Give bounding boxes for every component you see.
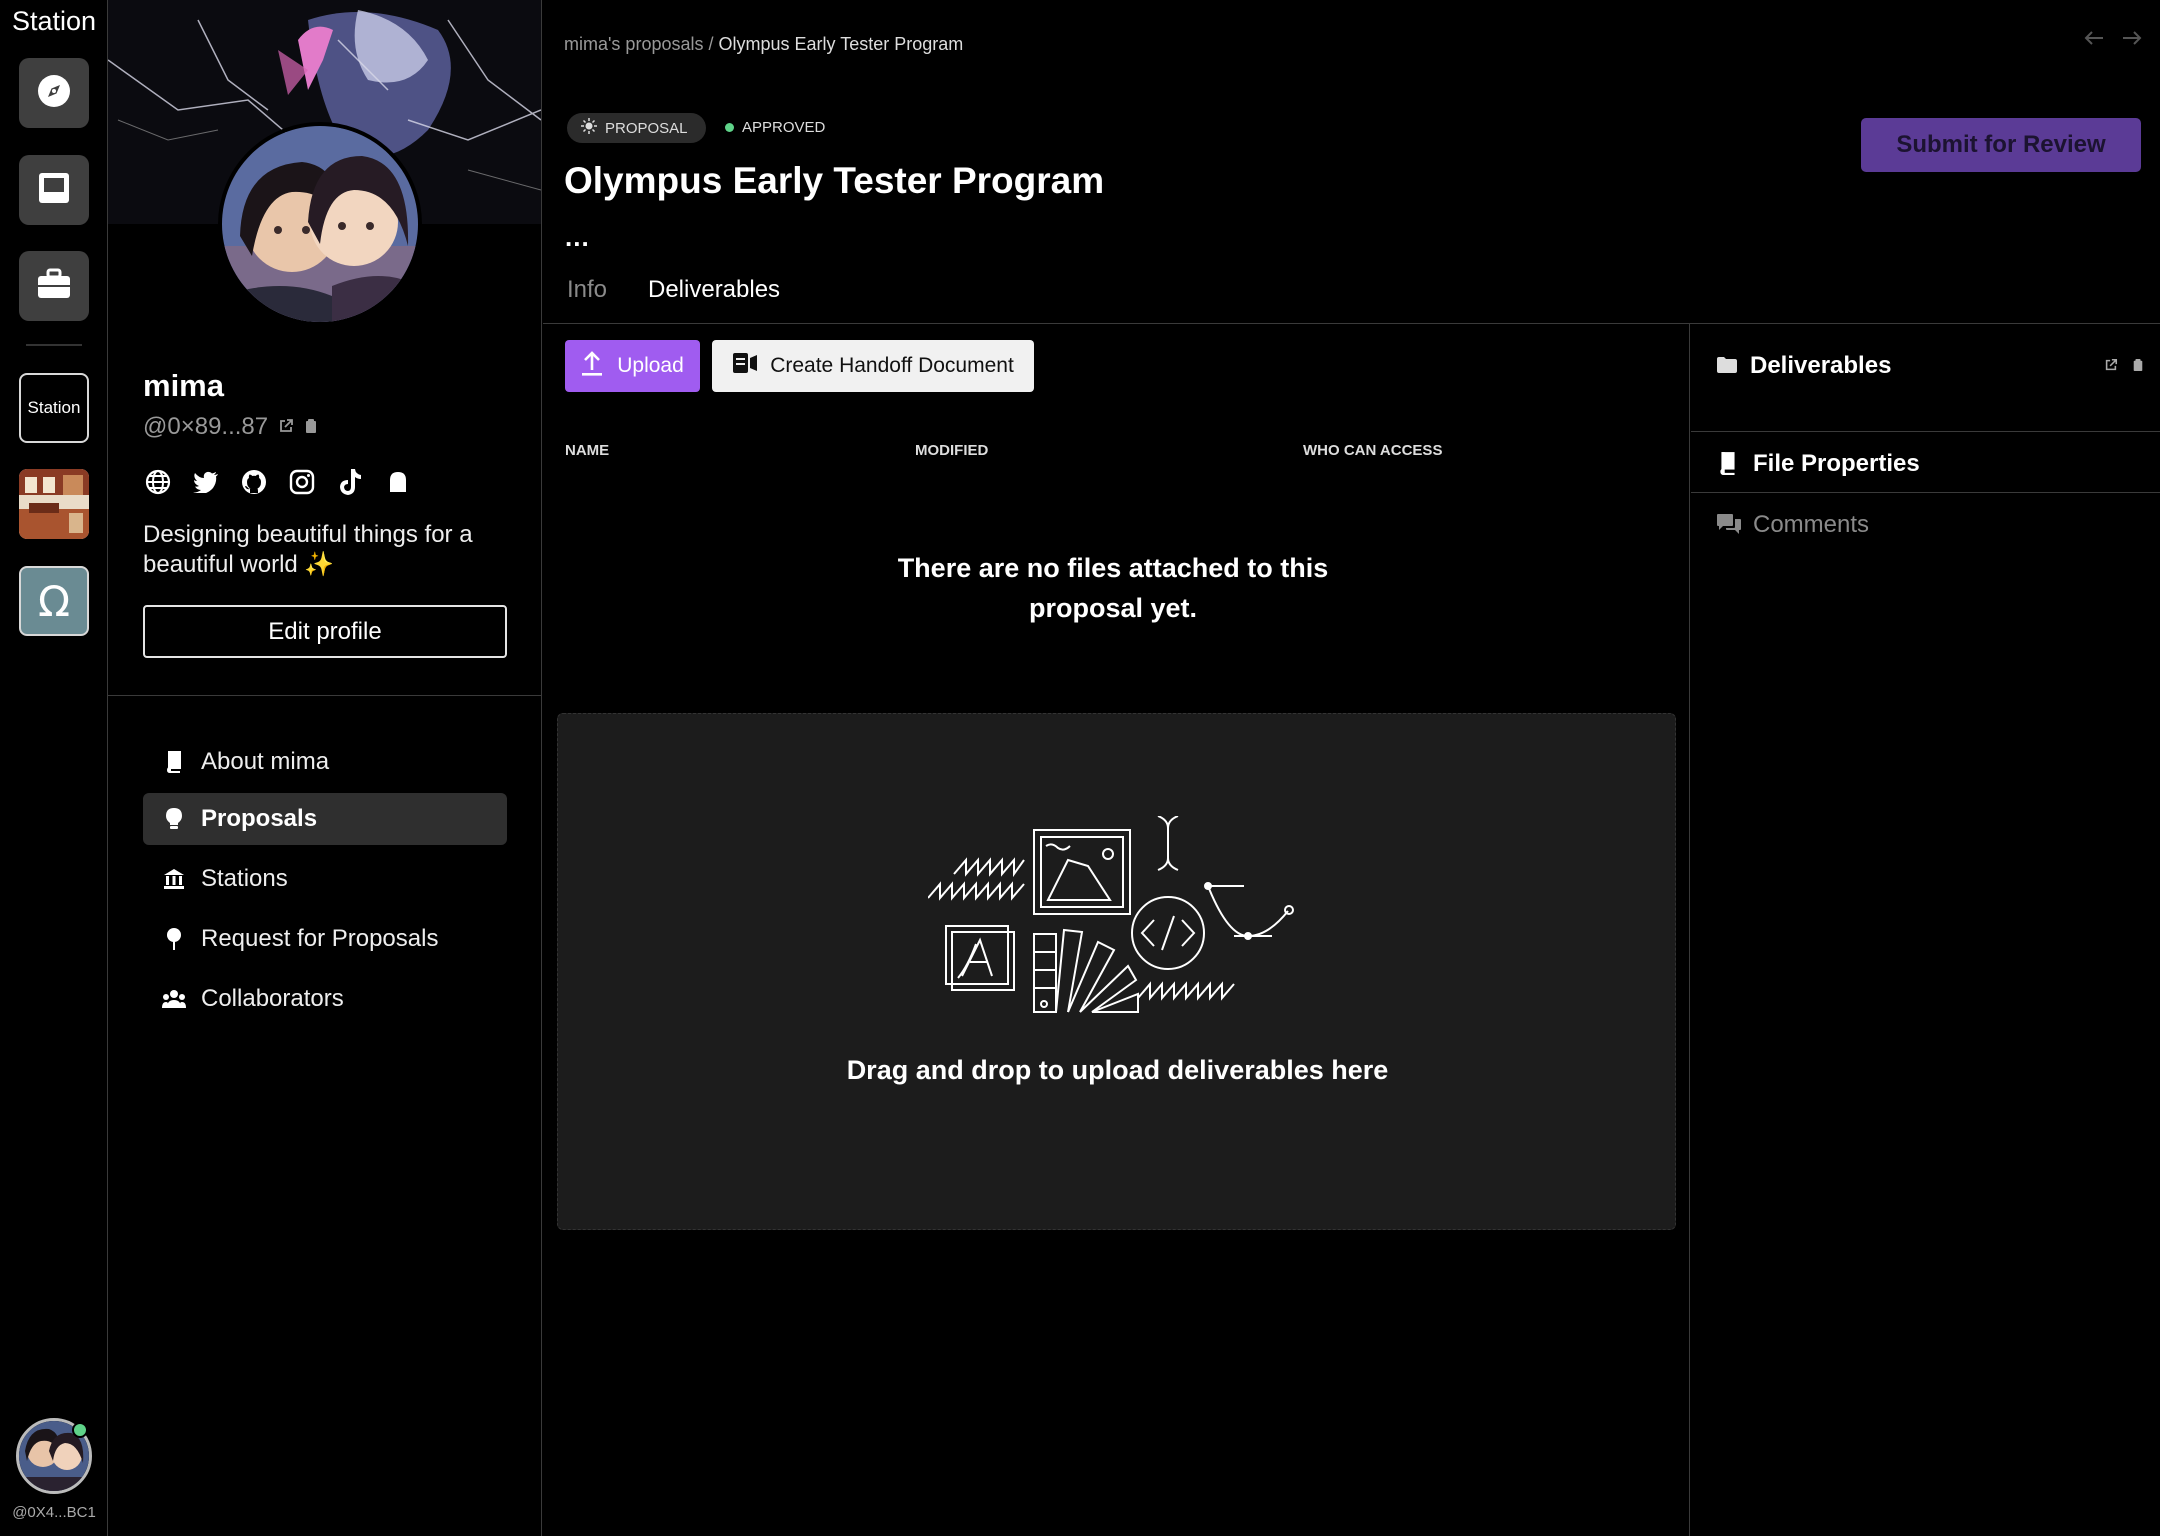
create-handoff-button[interactable]: Create Handoff Document bbox=[712, 340, 1034, 392]
column-who-can-access[interactable]: WHO CAN ACCESS bbox=[1303, 442, 1442, 459]
nav-item-rfps[interactable]: Request for Proposals bbox=[143, 913, 507, 965]
compass-icon bbox=[36, 73, 72, 114]
github-icon[interactable] bbox=[238, 466, 269, 497]
app-rail: Station Station Ω @0X4...BC1 bbox=[0, 0, 108, 1536]
breadcrumb-current: Olympus Early Tester Program bbox=[718, 34, 964, 54]
history-nav bbox=[2084, 30, 2142, 51]
nav-item-stations[interactable]: Stations bbox=[143, 853, 507, 905]
arrow-left-icon[interactable] bbox=[2084, 30, 2104, 51]
breadcrumb: mima's proposals / Olympus Early Tester … bbox=[564, 34, 964, 54]
folder-icon bbox=[1716, 356, 1738, 379]
proposal-badge: PROPOSAL bbox=[567, 113, 706, 143]
deliverables-pane: Upload Create Handoff Document NAME MODI… bbox=[543, 324, 1690, 1536]
pin-icon bbox=[161, 926, 187, 952]
profile-name: mima bbox=[143, 368, 224, 403]
rail-divider bbox=[26, 344, 82, 346]
upload-dropzone[interactable]: Drag and drop to upload deliverables her… bbox=[557, 713, 1676, 1230]
nav-item-proposals[interactable]: Proposals bbox=[143, 793, 507, 845]
nav-item-label: Collaborators bbox=[201, 985, 344, 1012]
globe-icon[interactable] bbox=[142, 466, 173, 497]
profile-handle: @0×89...87 bbox=[143, 413, 318, 441]
station-switch-omega[interactable]: Ω bbox=[19, 566, 89, 636]
nav-item-label: Stations bbox=[201, 865, 288, 892]
document-icon bbox=[732, 352, 758, 380]
comments-icon bbox=[1716, 513, 1742, 540]
dropzone-message: Drag and drop to upload deliverables her… bbox=[846, 1055, 1389, 1085]
ghost-icon[interactable] bbox=[382, 466, 413, 497]
deliverables-actions bbox=[2104, 358, 2144, 377]
main-content: mima's proposals / Olympus Early Tester … bbox=[543, 0, 2160, 1536]
station-switch-image[interactable] bbox=[19, 469, 89, 539]
book-icon bbox=[1718, 451, 1738, 480]
details-sidebar: Deliverables File Properties Comments bbox=[1691, 324, 2160, 1536]
column-modified[interactable]: MODIFIED bbox=[915, 442, 988, 459]
explore-button[interactable] bbox=[19, 58, 89, 128]
sparkle-bulb-icon bbox=[581, 118, 597, 138]
online-status-dot bbox=[72, 1422, 88, 1438]
column-name[interactable]: NAME bbox=[565, 442, 609, 459]
user-address: @0X4...BC1 bbox=[12, 1504, 96, 1521]
submit-for-review-button[interactable]: Submit for Review bbox=[1861, 118, 2141, 172]
nav-item-about[interactable]: About mima bbox=[143, 736, 507, 788]
copy-icon[interactable] bbox=[304, 413, 318, 441]
external-link-icon[interactable] bbox=[2104, 358, 2118, 377]
app-title: Station bbox=[11, 6, 97, 36]
file-properties-section[interactable]: File Properties bbox=[1691, 433, 2160, 493]
arrow-right-icon[interactable] bbox=[2122, 30, 2142, 51]
breadcrumb-parent[interactable]: mima's proposals bbox=[564, 34, 703, 54]
comments-title: Comments bbox=[1753, 511, 1870, 538]
inbox-button[interactable] bbox=[19, 155, 89, 225]
lightbulb-icon bbox=[161, 806, 187, 832]
profile-bio: Designing beautiful things for a beautif… bbox=[143, 521, 473, 578]
people-icon bbox=[161, 986, 187, 1012]
profile-picture bbox=[218, 122, 422, 326]
tab-deliverables[interactable]: Deliverables bbox=[648, 276, 780, 304]
edit-profile-button[interactable]: Edit profile bbox=[143, 605, 507, 658]
work-button[interactable] bbox=[19, 251, 89, 321]
deliverables-title: Deliverables bbox=[1750, 352, 1892, 379]
page-title: Olympus Early Tester Program bbox=[564, 160, 1105, 201]
book-icon bbox=[161, 749, 187, 775]
tab-info[interactable]: Info bbox=[567, 276, 607, 304]
upload-icon bbox=[581, 350, 603, 382]
nav-item-collaborators[interactable]: Collaborators bbox=[143, 973, 507, 1025]
upload-button[interactable]: Upload bbox=[565, 340, 700, 392]
deliverables-header: Deliverables bbox=[1691, 324, 2160, 432]
status-dot bbox=[725, 123, 734, 132]
status-badge: APPROVED bbox=[725, 119, 825, 136]
wallet-address: @0×89...87 bbox=[143, 413, 269, 440]
instagram-icon[interactable] bbox=[286, 466, 317, 497]
station-switch-station[interactable]: Station bbox=[19, 373, 89, 443]
file-properties-title: File Properties bbox=[1753, 450, 1920, 477]
profile-divider bbox=[108, 695, 541, 696]
empty-state-message: There are no files attached to this prop… bbox=[897, 553, 1329, 623]
profile-panel: mima @0×89...87 Designing beautiful thin… bbox=[108, 0, 542, 1536]
nav-item-label: Request for Proposals bbox=[201, 925, 439, 952]
social-links bbox=[142, 466, 413, 497]
nav-item-label: Proposals bbox=[201, 805, 318, 832]
briefcase-icon bbox=[36, 267, 72, 306]
copy-icon[interactable] bbox=[2132, 358, 2144, 377]
file-types-illustration-icon bbox=[927, 815, 1298, 1031]
twitter-icon[interactable] bbox=[190, 466, 221, 497]
tiktok-icon[interactable] bbox=[334, 466, 365, 497]
inbox-icon bbox=[37, 171, 71, 210]
comments-section[interactable]: Comments bbox=[1691, 494, 2160, 554]
bank-icon bbox=[161, 866, 187, 892]
external-link-icon[interactable] bbox=[278, 413, 294, 441]
more-options-button[interactable]: ... bbox=[565, 222, 590, 253]
nav-item-label: About mima bbox=[201, 748, 330, 775]
